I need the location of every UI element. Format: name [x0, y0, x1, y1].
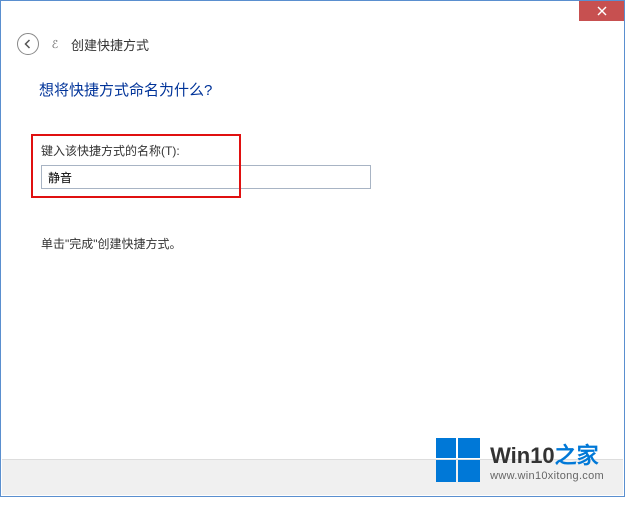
wizard-window: ℰ 创建快捷方式 想将快捷方式命名为什么? 键入该快捷方式的名称(T): 单击"…	[0, 0, 625, 497]
close-button[interactable]	[579, 1, 624, 21]
arrow-left-icon	[22, 38, 34, 50]
watermark-text: Win10之家 www.win10xitong.com	[490, 438, 604, 482]
name-field-label: 键入该快捷方式的名称(T):	[41, 142, 371, 159]
header-row: ℰ 创建快捷方式	[1, 23, 624, 67]
watermark: Win10之家 www.win10xitong.com	[436, 438, 604, 482]
watermark-brand-suffix: 之家	[555, 443, 599, 468]
watermark-url: www.win10xitong.com	[490, 470, 604, 482]
watermark-brand-prefix: Win10	[490, 443, 555, 468]
page-heading: 想将快捷方式命名为什么?	[31, 79, 594, 100]
hint-text: 单击"完成"创建快捷方式。	[31, 235, 594, 252]
watermark-brand: Win10之家	[490, 438, 599, 470]
close-icon	[597, 6, 607, 16]
name-field-group: 键入该快捷方式的名称(T):	[31, 134, 381, 201]
titlebar	[1, 1, 624, 23]
window-title: 创建快捷方式	[71, 35, 149, 54]
content-area: 想将快捷方式命名为什么? 键入该快捷方式的名称(T): 单击"完成"创建快捷方式…	[1, 67, 624, 252]
shortcut-name-input[interactable]	[41, 165, 371, 189]
back-button[interactable]	[17, 33, 39, 55]
windows-logo-icon	[436, 438, 480, 482]
shortcut-wizard-icon: ℰ	[47, 36, 63, 52]
